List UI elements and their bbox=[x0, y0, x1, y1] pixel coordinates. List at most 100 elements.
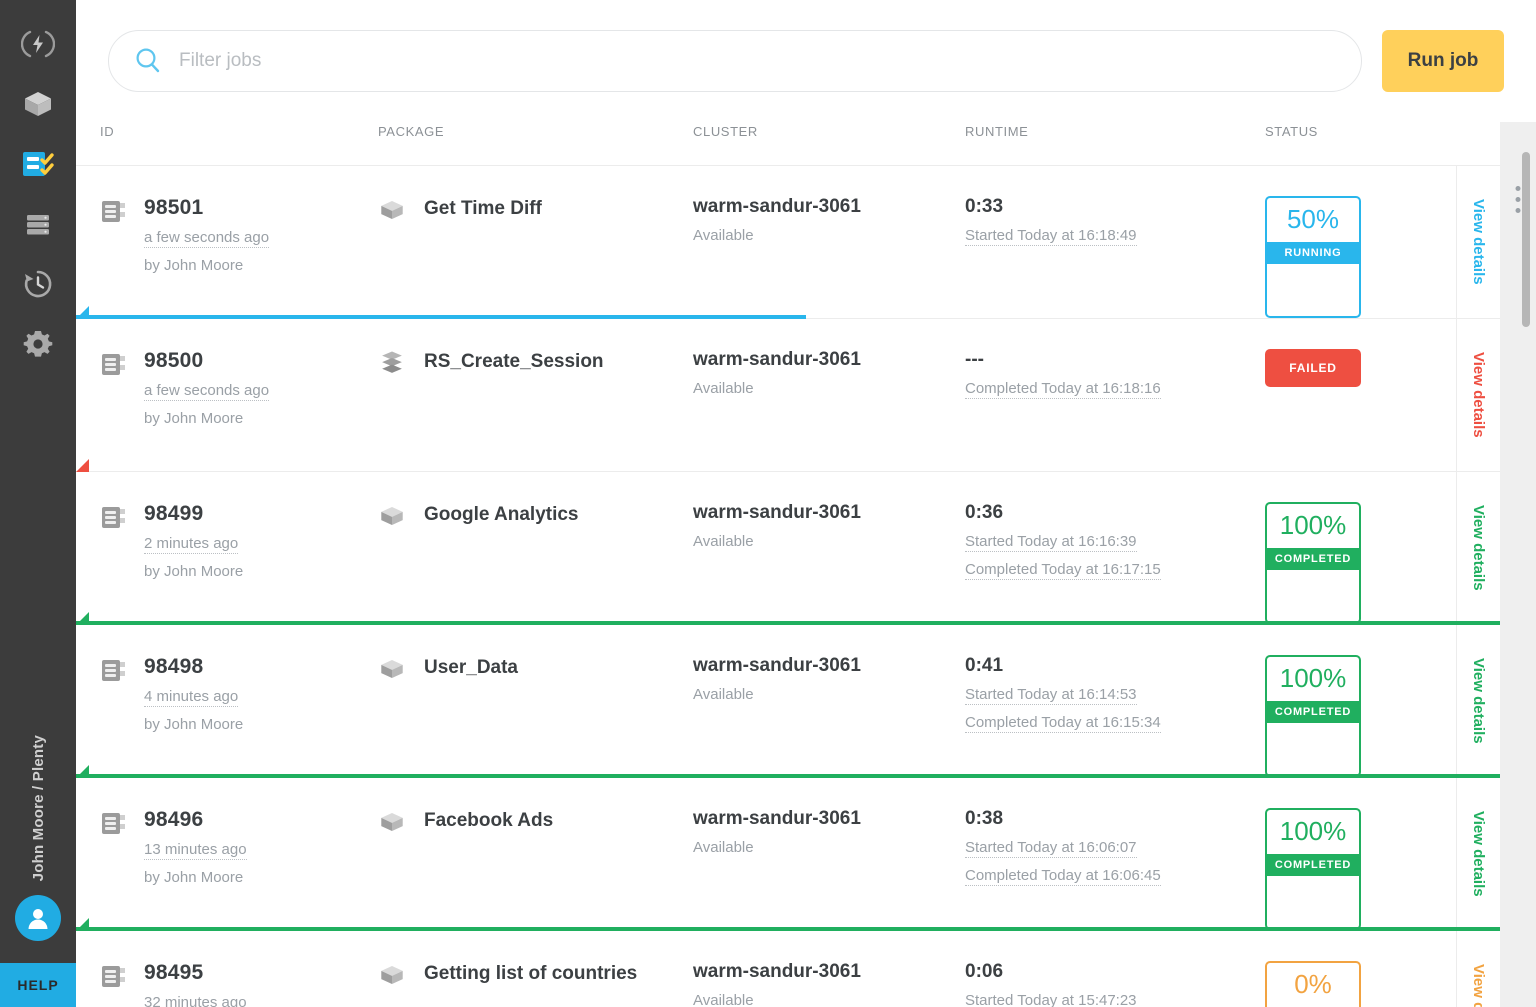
cell-cluster: warm-sandur-3061Available bbox=[693, 625, 965, 777]
sidebar-item-jobs[interactable] bbox=[10, 134, 66, 194]
run-job-button[interactable]: Run job bbox=[1382, 30, 1504, 92]
search-icon bbox=[133, 46, 163, 76]
kebab-dot bbox=[1516, 208, 1521, 213]
cell-runtime: ---Completed Today at 16:18:16 bbox=[965, 319, 1265, 471]
package-name[interactable]: User_Data bbox=[424, 655, 518, 679]
runtime-value: 0:38 bbox=[965, 808, 1265, 830]
cluster-status: Available bbox=[693, 227, 965, 244]
cell-status: 100%COMPLETED bbox=[1265, 778, 1440, 930]
runtime-started: Started Today at 16:14:53 bbox=[965, 686, 1137, 705]
toolbar: Run job bbox=[76, 0, 1536, 122]
sidebar-item-packages[interactable] bbox=[10, 74, 66, 134]
history-icon bbox=[21, 267, 55, 301]
cell-status: 100%COMPLETED bbox=[1265, 625, 1440, 777]
column-header-id: ID bbox=[100, 122, 378, 139]
cube-icon bbox=[21, 87, 55, 121]
sidebar-nav bbox=[10, 0, 66, 374]
runtime-started: Started Today at 16:06:07 bbox=[965, 839, 1137, 858]
cell-runtime: 0:06Started Today at 15:47:23 bbox=[965, 931, 1265, 1007]
table-row[interactable]: 98499 2 minutes ago by John Moore Google An… bbox=[76, 472, 1536, 625]
cell-cluster: warm-sandur-3061Available bbox=[693, 778, 965, 930]
job-id[interactable]: 98499 bbox=[144, 502, 243, 526]
table-row[interactable]: 9849613 minutes agoby John MooreFacebook… bbox=[76, 778, 1536, 931]
avatar[interactable] bbox=[15, 895, 61, 941]
status-badge: 50%RUNNING bbox=[1265, 196, 1361, 318]
runtime-completed: Completed Today at 16:06:45 bbox=[965, 867, 1161, 886]
jobs-icon bbox=[20, 147, 56, 181]
cluster-name[interactable]: warm-sandur-3061 bbox=[693, 961, 965, 983]
package-name[interactable]: Get Time Diff bbox=[424, 196, 542, 220]
job-relative-time: 2 minutes ago bbox=[144, 535, 238, 554]
cluster-name[interactable]: warm-sandur-3061 bbox=[693, 808, 965, 830]
view-details-link[interactable]: View details bbox=[1470, 964, 1487, 1007]
job-id[interactable]: 98495 bbox=[144, 961, 247, 985]
job-icon-wrap bbox=[100, 349, 130, 384]
cell-actions: View details bbox=[1456, 778, 1500, 930]
cell-runtime: 0:36Started Today at 16:16:39Completed T… bbox=[965, 472, 1265, 624]
job-icon bbox=[100, 810, 130, 838]
cell-actions: View details bbox=[1456, 625, 1500, 777]
job-icon-wrap bbox=[100, 196, 130, 231]
cluster-name[interactable]: warm-sandur-3061 bbox=[693, 502, 965, 524]
status-percent: 100% bbox=[1267, 657, 1359, 701]
progress-arrow bbox=[76, 918, 89, 931]
cluster-name[interactable]: warm-sandur-3061 bbox=[693, 349, 965, 371]
cluster-status: Available bbox=[693, 533, 965, 550]
sidebar-item-history[interactable] bbox=[10, 254, 66, 314]
search-input[interactable] bbox=[179, 50, 1337, 72]
runtime-started: Started Today at 16:16:39 bbox=[965, 533, 1137, 552]
job-author: by John Moore bbox=[144, 716, 243, 733]
sidebar-item-settings[interactable] bbox=[10, 314, 66, 374]
status-badge: FAILED bbox=[1265, 349, 1361, 387]
view-details-link[interactable]: View details bbox=[1470, 199, 1487, 285]
cluster-name[interactable]: warm-sandur-3061 bbox=[693, 196, 965, 218]
table-row[interactable]: 9849532 minutes agoby John MooreGetting … bbox=[76, 931, 1536, 1007]
package-name[interactable]: Google Analytics bbox=[424, 502, 579, 526]
package-name[interactable]: Facebook Ads bbox=[424, 808, 553, 832]
job-id[interactable]: 98501 bbox=[144, 196, 269, 220]
status-label: RUNNING bbox=[1267, 242, 1359, 264]
runtime-value: 0:41 bbox=[965, 655, 1265, 677]
cell-runtime: 0:33Started Today at 16:18:49 bbox=[965, 166, 1265, 318]
cube-icon bbox=[378, 655, 406, 683]
sidebar-item-clusters[interactable] bbox=[10, 194, 66, 254]
cell-cluster: warm-sandur-3061 Available bbox=[693, 472, 965, 624]
search-field[interactable] bbox=[108, 30, 1362, 92]
kebab-dot bbox=[1516, 186, 1521, 191]
cell-cluster: warm-sandur-3061 Available bbox=[693, 931, 965, 1007]
cell-package: Facebook Ads bbox=[378, 778, 693, 930]
status-label: COMPLETED bbox=[1267, 854, 1359, 876]
status-badge: 100%COMPLETED bbox=[1265, 502, 1361, 624]
package-name[interactable]: RS_Create_Session bbox=[424, 349, 604, 373]
view-details-link[interactable]: View details bbox=[1470, 658, 1487, 744]
help-button[interactable]: HELP bbox=[0, 963, 76, 1007]
table-row[interactable]: 98498 4 minutes ago by John Moore User_Data… bbox=[76, 625, 1536, 778]
cluster-status: Available bbox=[693, 992, 965, 1007]
sidebar: John Moore / Plenty HELP bbox=[0, 0, 76, 1007]
job-author: by John Moore bbox=[144, 410, 269, 427]
table-row[interactable]: 98500a few seconds agoby John MooreRS_Cr… bbox=[76, 319, 1536, 472]
runtime-completed: Completed Today at 16:17:15 bbox=[965, 561, 1161, 580]
job-id[interactable]: 98496 bbox=[144, 808, 247, 832]
runtime-completed: Completed Today at 16:15:34 bbox=[965, 714, 1161, 733]
job-id[interactable]: 98500 bbox=[144, 349, 269, 373]
package-name[interactable]: Getting list of countries bbox=[424, 961, 637, 985]
servers-icon bbox=[21, 207, 55, 241]
view-details-link[interactable]: View details bbox=[1470, 811, 1487, 897]
status-percent: 100% bbox=[1267, 810, 1359, 854]
runtime-value: 0:06 bbox=[965, 961, 1265, 983]
cluster-name[interactable]: warm-sandur-3061 bbox=[693, 655, 965, 677]
view-details-link[interactable]: View details bbox=[1470, 352, 1487, 438]
table-row[interactable]: 98501a few seconds agoby John MooreGet T… bbox=[76, 166, 1536, 319]
row-menu-button[interactable] bbox=[1516, 186, 1521, 213]
job-author: by John Moore bbox=[144, 869, 247, 886]
view-details-link[interactable]: View details bbox=[1470, 505, 1487, 591]
sidebar-item-activity[interactable] bbox=[10, 14, 66, 74]
job-id[interactable]: 98498 bbox=[144, 655, 243, 679]
job-author: by John Moore bbox=[144, 563, 243, 580]
job-icon-wrap bbox=[100, 655, 130, 690]
vertical-scrollbar-thumb[interactable] bbox=[1522, 152, 1530, 327]
job-relative-time: 4 minutes ago bbox=[144, 688, 238, 707]
gear-icon bbox=[21, 327, 55, 361]
cell-package: User_Data bbox=[378, 625, 693, 777]
